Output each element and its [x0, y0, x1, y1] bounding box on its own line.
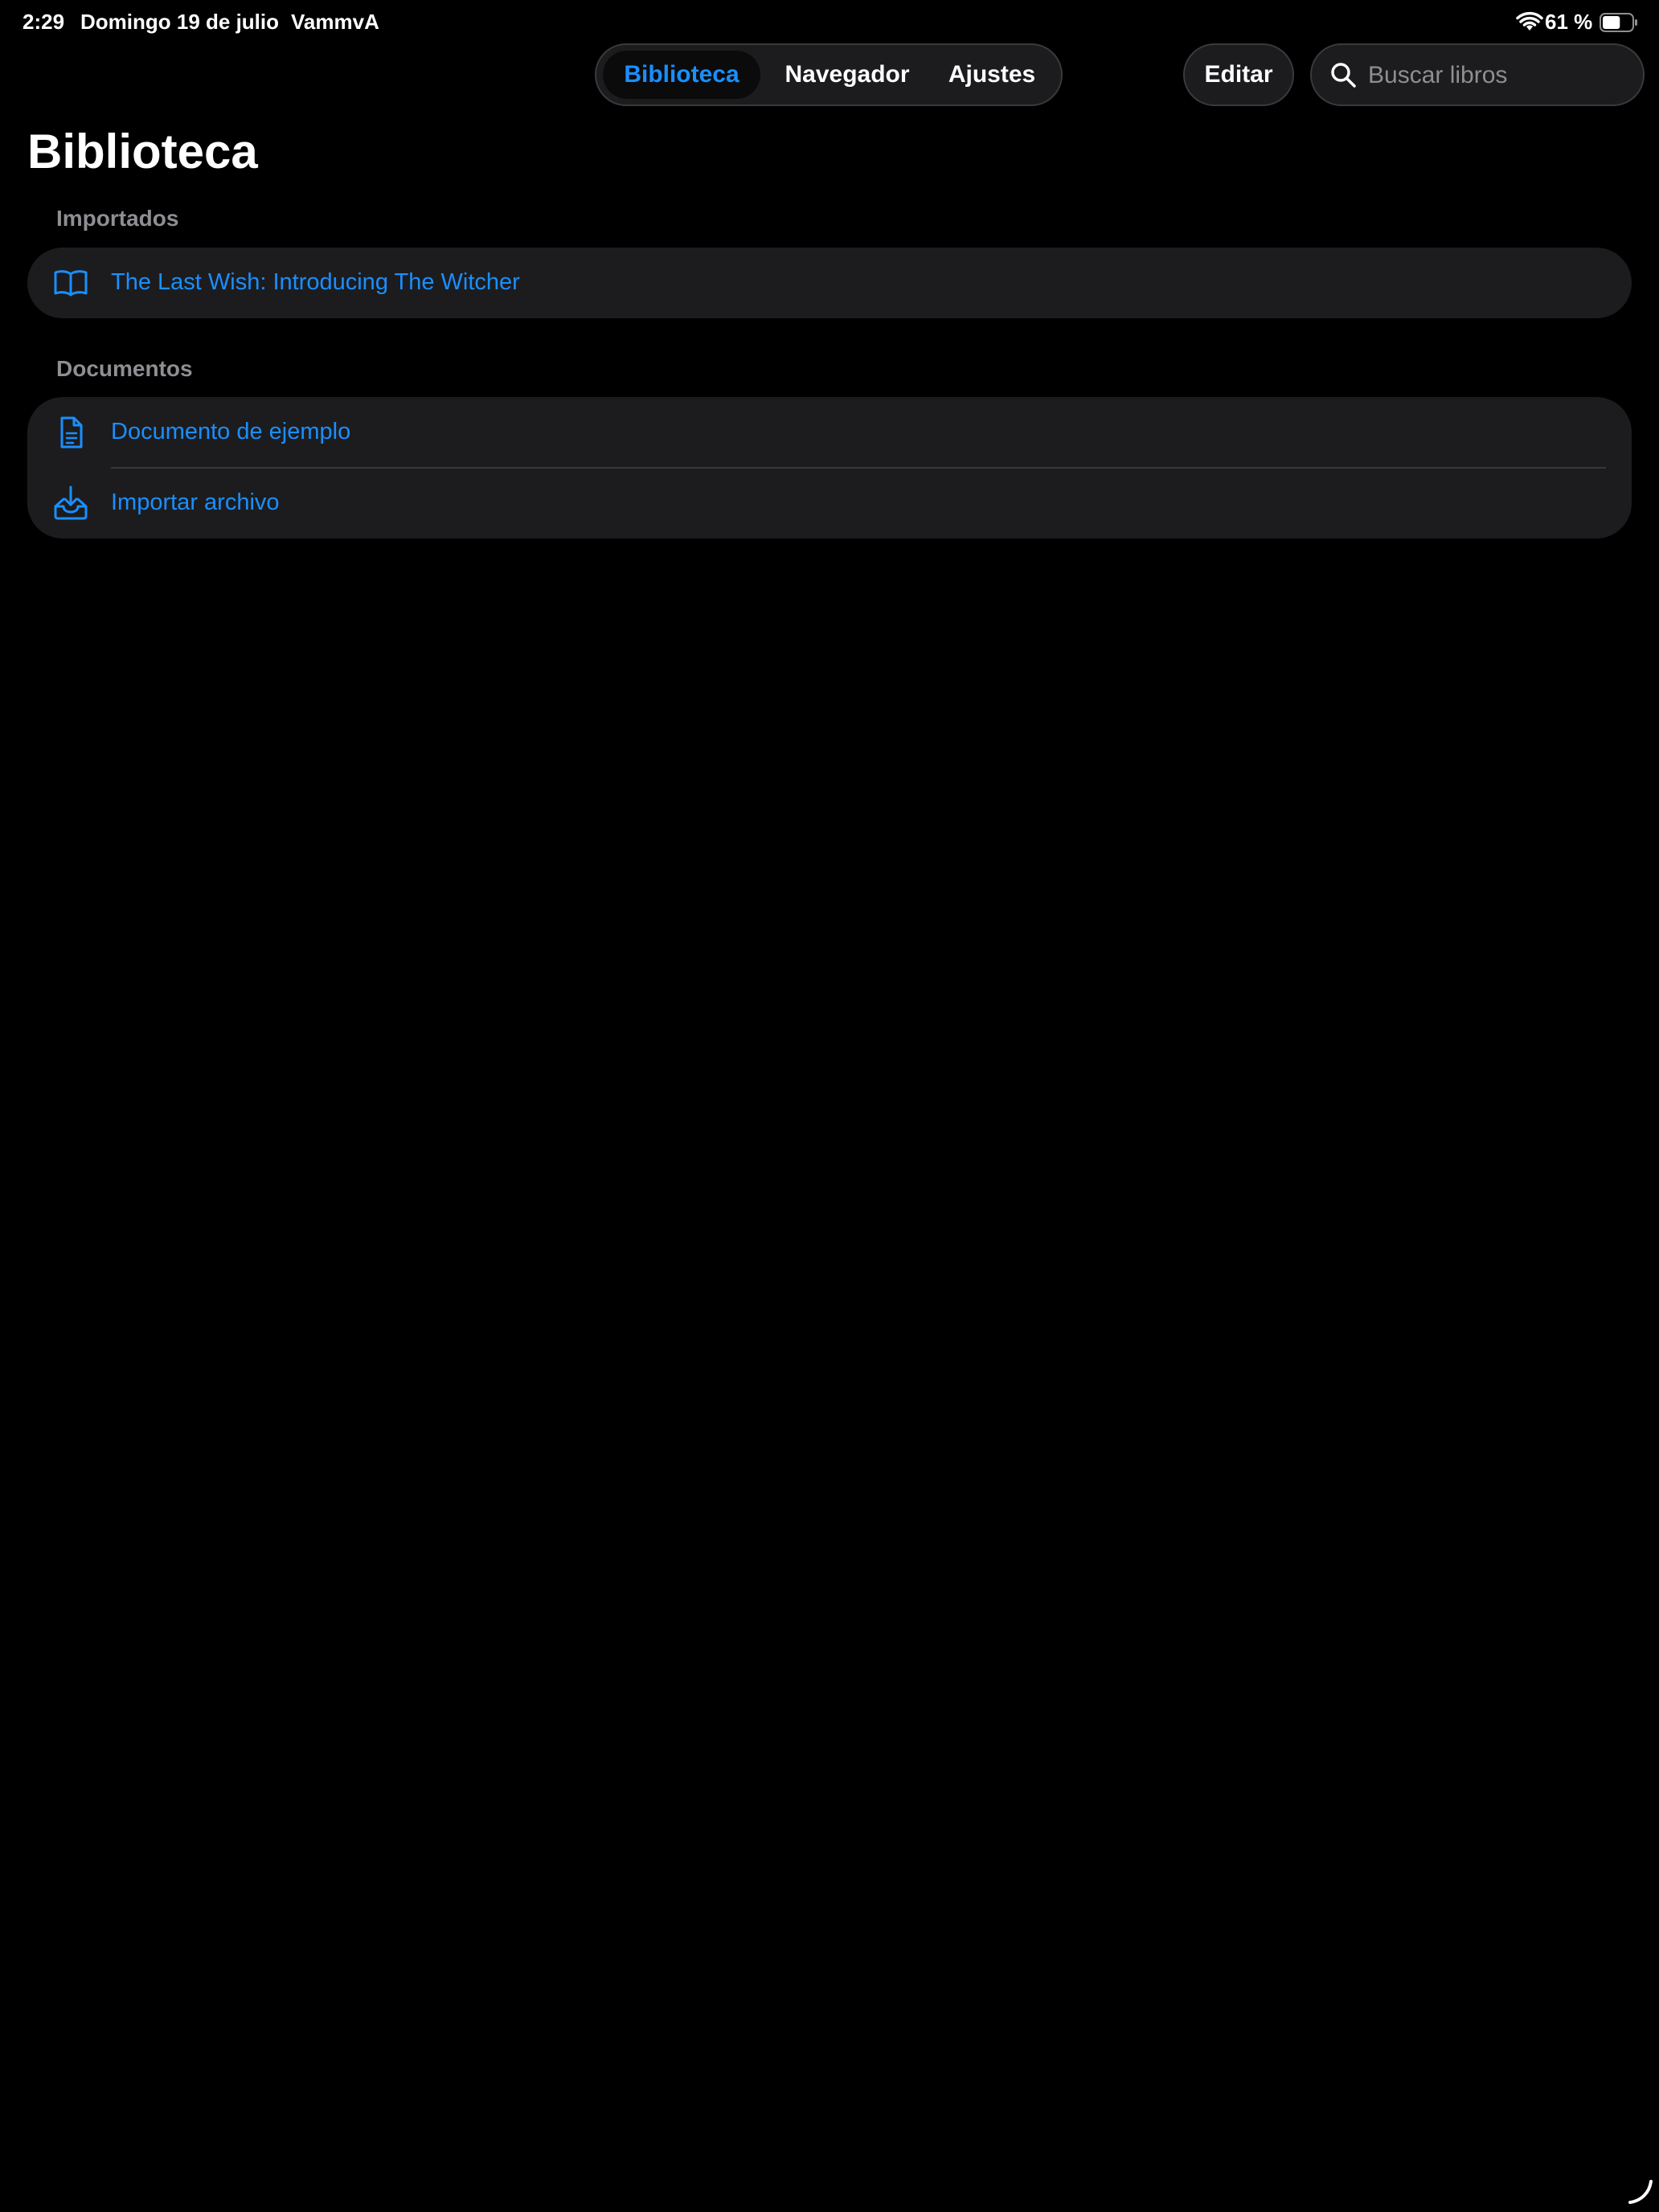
- search-field[interactable]: [1310, 43, 1645, 106]
- battery-icon: [1600, 13, 1637, 32]
- tab-ajustes[interactable]: Ajustes: [929, 51, 1055, 99]
- list-item-book[interactable]: The Last Wish: Introducing The Witcher: [27, 248, 1632, 318]
- status-bar: 2:29 Domingo 19 de julio VammvA 61 %: [0, 0, 1659, 45]
- imported-list: The Last Wish: Introducing The Witcher: [27, 248, 1632, 318]
- book-icon: [54, 270, 88, 297]
- section-header-importados: Importados: [56, 206, 179, 231]
- tab-biblioteca[interactable]: Biblioteca: [603, 51, 760, 99]
- list-item-label: The Last Wish: Introducing The Witcher: [111, 269, 520, 295]
- resize-handle-icon[interactable]: [1624, 2175, 1656, 2207]
- list-item-sample-document[interactable]: Documento de ejemplo: [27, 397, 1632, 468]
- documents-list: Documento de ejemplo Importar archivo: [27, 397, 1632, 539]
- list-item-import-file[interactable]: Importar archivo: [27, 468, 1632, 539]
- section-header-documentos: Documentos: [56, 356, 193, 381]
- status-date: Domingo 19 de julio: [80, 10, 280, 34]
- search-input[interactable]: [1368, 53, 1633, 98]
- status-time: 2:29: [23, 10, 65, 34]
- search-icon: [1331, 63, 1356, 88]
- library-screen: 2:29 Domingo 19 de julio VammvA 61 % Bib…: [0, 0, 1659, 2212]
- document-icon: [60, 416, 83, 449]
- status-app-name: VammvA: [291, 10, 379, 34]
- edit-button[interactable]: Editar: [1183, 43, 1294, 106]
- import-tray-icon: [54, 485, 88, 520]
- battery-percent: 61 %: [1545, 10, 1593, 34]
- list-item-label: Importar archivo: [111, 490, 280, 515]
- page-title: Biblioteca: [27, 125, 258, 178]
- tab-navegador[interactable]: Navegador: [768, 51, 926, 99]
- list-item-label: Documento de ejemplo: [111, 419, 351, 444]
- wifi-icon: [1516, 11, 1543, 31]
- tab-bar: Biblioteca Navegador Ajustes: [595, 43, 1063, 106]
